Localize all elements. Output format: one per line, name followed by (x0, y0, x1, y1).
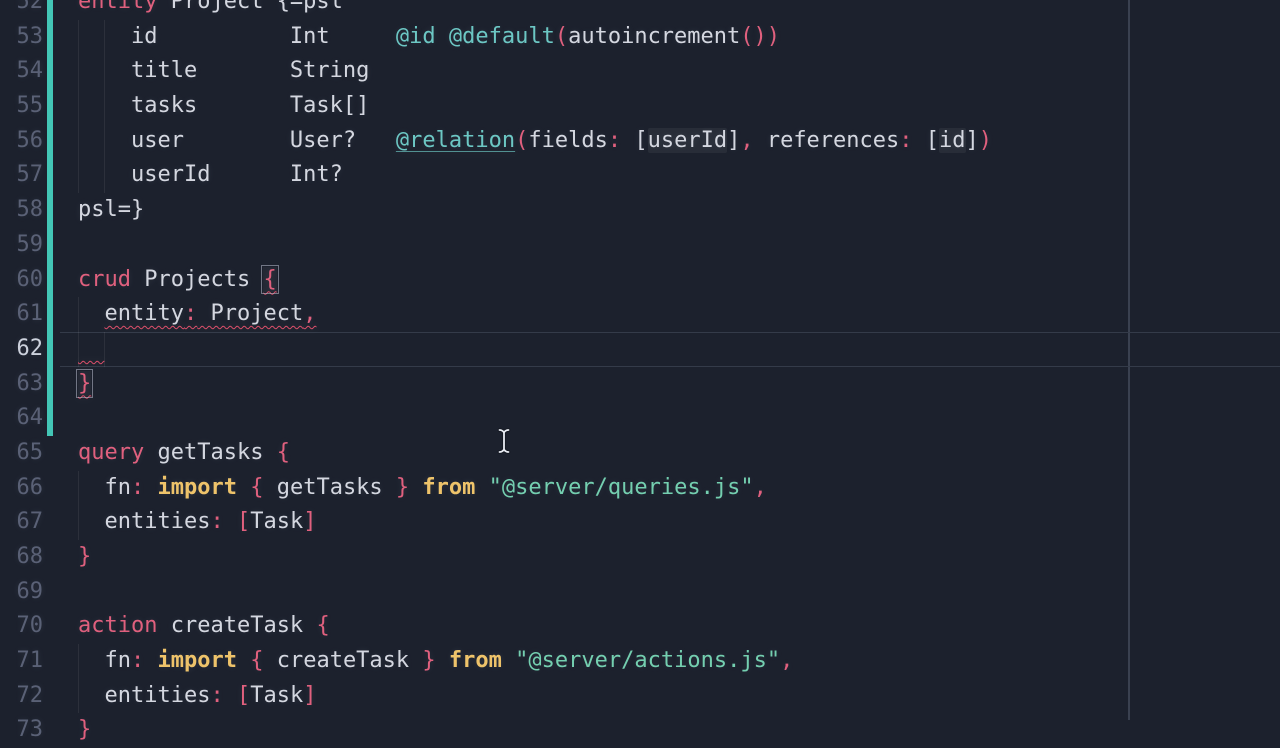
code-text[interactable]: query getTasks { (60, 436, 290, 471)
code-text[interactable]: crud Projects { (60, 263, 277, 298)
code-text[interactable]: fn: import { getTasks } from "@server/qu… (60, 471, 767, 506)
line-number: 73 (0, 713, 60, 748)
code-text[interactable]: entity Project {=psl (60, 0, 343, 20)
code-line[interactable]: 64 (0, 401, 1280, 436)
code-text[interactable]: fn: import { createTask } from "@server/… (60, 644, 793, 679)
code-line[interactable]: 67 entities: [Task] (0, 505, 1280, 540)
line-number: 68 (0, 540, 60, 575)
code-line[interactable]: 73} (0, 713, 1280, 748)
code-text[interactable] (60, 401, 78, 436)
code-line[interactable]: 54 title String (0, 54, 1280, 89)
line-number: 69 (0, 575, 60, 610)
code-line[interactable]: 62 (0, 332, 1280, 367)
code-line[interactable]: 65query getTasks { (0, 436, 1280, 471)
code-line[interactable]: 59 (0, 228, 1280, 263)
code-text[interactable]: } (60, 713, 91, 748)
code-line[interactable]: 72 entities: [Task] (0, 679, 1280, 714)
code-line[interactable]: 57 userId Int? (0, 158, 1280, 193)
code-text[interactable]: id Int @id @default(autoincrement()) (60, 20, 780, 55)
code-text[interactable]: entities: [Task] (60, 679, 316, 714)
line-number: 65 (0, 436, 60, 471)
code-line[interactable]: 61 entity: Project, (0, 297, 1280, 332)
code-text[interactable]: psl=} (60, 193, 144, 228)
code-text[interactable] (60, 228, 78, 263)
code-text[interactable]: entity: Project, (60, 297, 316, 332)
code-line[interactable]: 60crud Projects { (0, 263, 1280, 298)
code-line[interactable]: 66 fn: import { getTasks } from "@server… (0, 471, 1280, 506)
code-line[interactable]: 70action createTask { (0, 609, 1280, 644)
code-text[interactable]: } (60, 367, 91, 402)
code-text[interactable] (60, 332, 105, 367)
code-line[interactable]: 69 (0, 575, 1280, 610)
ibeam-mouse-cursor (496, 428, 512, 458)
code-line[interactable]: 56 user User? @relation(fields: [userId]… (0, 124, 1280, 159)
code-editor[interactable]: 52entity Project {=psl53 id Int @id @def… (0, 0, 1280, 748)
code-text[interactable]: userId Int? (60, 158, 343, 193)
code-text[interactable]: title String (60, 54, 369, 89)
code-line[interactable]: 63} (0, 367, 1280, 402)
code-line[interactable]: 58psl=} (0, 193, 1280, 228)
code-text[interactable] (60, 575, 78, 610)
line-number: 70 (0, 609, 60, 644)
code-line[interactable]: 68} (0, 540, 1280, 575)
code-text[interactable]: } (60, 540, 91, 575)
git-modified-gutter-indicator[interactable] (47, 0, 53, 436)
code-text[interactable]: entities: [Task] (60, 505, 316, 540)
code-line[interactable]: 55 tasks Task[] (0, 89, 1280, 124)
code-line[interactable]: 71 fn: import { createTask } from "@serv… (0, 644, 1280, 679)
code-line[interactable]: 52entity Project {=psl (0, 0, 1280, 20)
line-number: 67 (0, 505, 60, 540)
line-number: 66 (0, 471, 60, 506)
code-text[interactable]: user User? @relation(fields: [userId], r… (60, 124, 992, 159)
code-text[interactable]: tasks Task[] (60, 89, 369, 124)
line-number: 72 (0, 679, 60, 714)
line-number: 71 (0, 644, 60, 679)
code-text[interactable]: action createTask { (60, 609, 330, 644)
code-line[interactable]: 53 id Int @id @default(autoincrement()) (0, 20, 1280, 55)
